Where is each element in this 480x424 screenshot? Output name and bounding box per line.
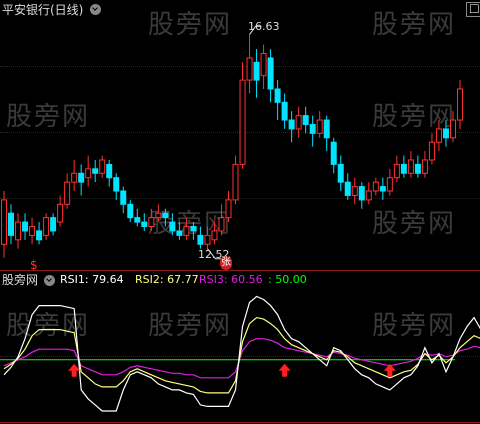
candle-body	[372, 181, 379, 192]
candle-body	[29, 226, 36, 236]
candle-body	[127, 203, 134, 219]
rsi-panel-menu-icon[interactable]	[44, 275, 55, 286]
candle-body	[176, 230, 183, 236]
candle-body	[218, 217, 225, 232]
candle-body	[302, 115, 309, 125]
candle-body	[43, 217, 50, 236]
candle-body	[316, 119, 323, 134]
candle-body	[141, 221, 148, 228]
candle-body	[337, 163, 344, 183]
high-price-label: 16.63	[248, 20, 280, 33]
candle-body	[120, 190, 127, 205]
candle-body	[428, 141, 435, 161]
candle-body	[295, 115, 302, 130]
candle-body	[50, 217, 57, 232]
candle-body	[211, 230, 218, 241]
candle-body	[169, 221, 176, 232]
chart-stage: 股旁网 股旁网 股旁网 股旁网 股旁网 股旁网 股旁网 股旁网 股旁网 平安银行…	[0, 0, 480, 424]
candle-body	[323, 119, 330, 139]
chart-svg	[0, 25, 480, 412]
candle-body	[457, 88, 463, 121]
candle-body	[239, 79, 246, 165]
candle-body	[232, 163, 239, 201]
candle-body	[190, 226, 197, 232]
candle-body	[106, 163, 113, 179]
candle-body	[253, 61, 260, 81]
candle-body	[22, 221, 29, 232]
candle-body	[351, 186, 358, 196]
candle-body	[99, 159, 106, 174]
candle-body	[330, 141, 337, 165]
candle-body	[85, 168, 92, 179]
candle-body	[225, 199, 232, 219]
candle-body	[309, 123, 316, 134]
candle-body	[358, 186, 365, 201]
panel-menu-icon[interactable]	[90, 4, 101, 15]
candle-body	[113, 177, 120, 192]
rsi1-legend: RSI1: 79.64	[60, 273, 124, 286]
candle-body	[155, 212, 162, 219]
candle-body	[78, 172, 85, 183]
candle-body	[407, 159, 414, 174]
candle-body	[183, 226, 190, 236]
candle-body	[421, 159, 428, 174]
rsi3-legend: RSI3: 60.56	[199, 273, 263, 286]
candle-body	[281, 101, 288, 121]
candle-body	[449, 119, 456, 139]
candle-body	[267, 57, 274, 90]
candle-body	[1, 199, 7, 245]
candle-body	[92, 168, 99, 174]
candle-body	[8, 212, 15, 236]
candle-body	[162, 212, 169, 219]
rsi2-legend: RSI2: 67.77	[135, 273, 199, 286]
candle-body	[36, 230, 43, 241]
level-legend: : 50.00	[268, 273, 307, 286]
candle-body	[148, 217, 155, 228]
rsi-panel-title: 股旁网	[2, 273, 39, 287]
candle-body	[64, 181, 71, 205]
candle-body	[442, 128, 449, 139]
candle-body	[274, 88, 281, 103]
candle-body	[386, 177, 393, 192]
candle-body	[288, 119, 295, 130]
buy-arrow-icon	[68, 363, 81, 377]
candle-body	[400, 163, 407, 174]
candle-body	[204, 234, 211, 245]
candle-body	[197, 234, 204, 245]
candle-body	[435, 128, 442, 143]
candle-body	[379, 186, 386, 192]
candle-body	[71, 172, 78, 183]
candle-body	[134, 217, 141, 223]
buy-arrow-icon	[278, 363, 291, 377]
candle-body	[414, 163, 421, 174]
signal-s-marker: $	[30, 258, 38, 272]
candle-body	[260, 52, 267, 77]
window-toggle-icon[interactable]: ☐	[466, 2, 480, 17]
candle-body	[365, 190, 372, 201]
candle-body	[15, 221, 22, 241]
candle-body	[246, 57, 253, 81]
candle-body	[57, 203, 64, 223]
main-panel-title: 平安银行(日线)	[2, 3, 84, 17]
buy-arrow-icon	[383, 363, 396, 377]
candle-body	[393, 163, 400, 179]
signal-zhang-marker: 张	[220, 256, 232, 270]
candle-body	[344, 181, 351, 196]
